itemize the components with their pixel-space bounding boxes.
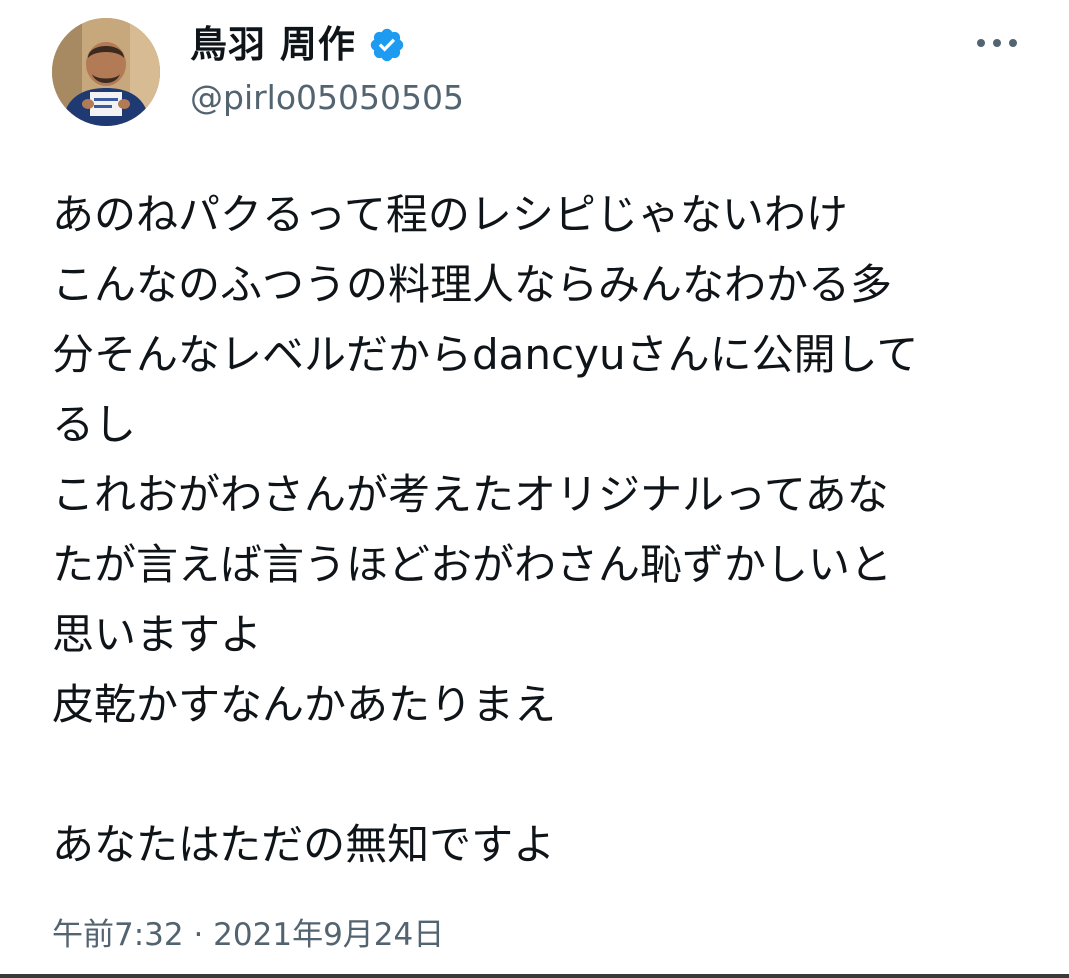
- user-handle[interactable]: @pirlo05050505: [190, 76, 464, 120]
- avatar-photo: [52, 18, 160, 126]
- tweet-line: 分そんなレベルだからdancyuさんに公開して: [52, 330, 919, 379]
- tweet-body: あのねパクるって程のレシピじゃないわけ こんなのふつうの料理人ならみんなわかる多…: [52, 180, 1042, 880]
- tweet-card: 鳥羽 周作 @pirlo05050505 あのねパクるって程のレシピじゃないわけ…: [0, 0, 1069, 978]
- tweet-line: 皮乾かすなんかあたりまえ: [52, 680, 557, 729]
- more-options-icon[interactable]: [972, 28, 1022, 58]
- tweet-line: こんなのふつうの料理人ならみんなわかる多: [52, 260, 893, 309]
- display-name-text: 鳥羽 周作: [190, 23, 356, 66]
- divider: [0, 974, 1069, 978]
- tweet-timestamp[interactable]: 午前7:32 · 2021年9月24日: [52, 913, 444, 957]
- tweet-line: これおがわさんが考えたオリジナルってあな: [52, 470, 889, 519]
- tweet-line: たが言えば言うほどおがわさん恥ずかしいと: [52, 540, 893, 589]
- tweet-line: 思いますよ: [52, 610, 263, 659]
- display-name[interactable]: 鳥羽 周作: [190, 20, 406, 70]
- tweet-line: あのねパクるって程のレシピじゃないわけ: [52, 190, 848, 239]
- tweet-line: るし: [52, 400, 137, 449]
- verified-badge-icon: [370, 28, 404, 62]
- avatar[interactable]: [52, 18, 160, 126]
- tweet-line: あなたはただの無知ですよ: [52, 820, 556, 869]
